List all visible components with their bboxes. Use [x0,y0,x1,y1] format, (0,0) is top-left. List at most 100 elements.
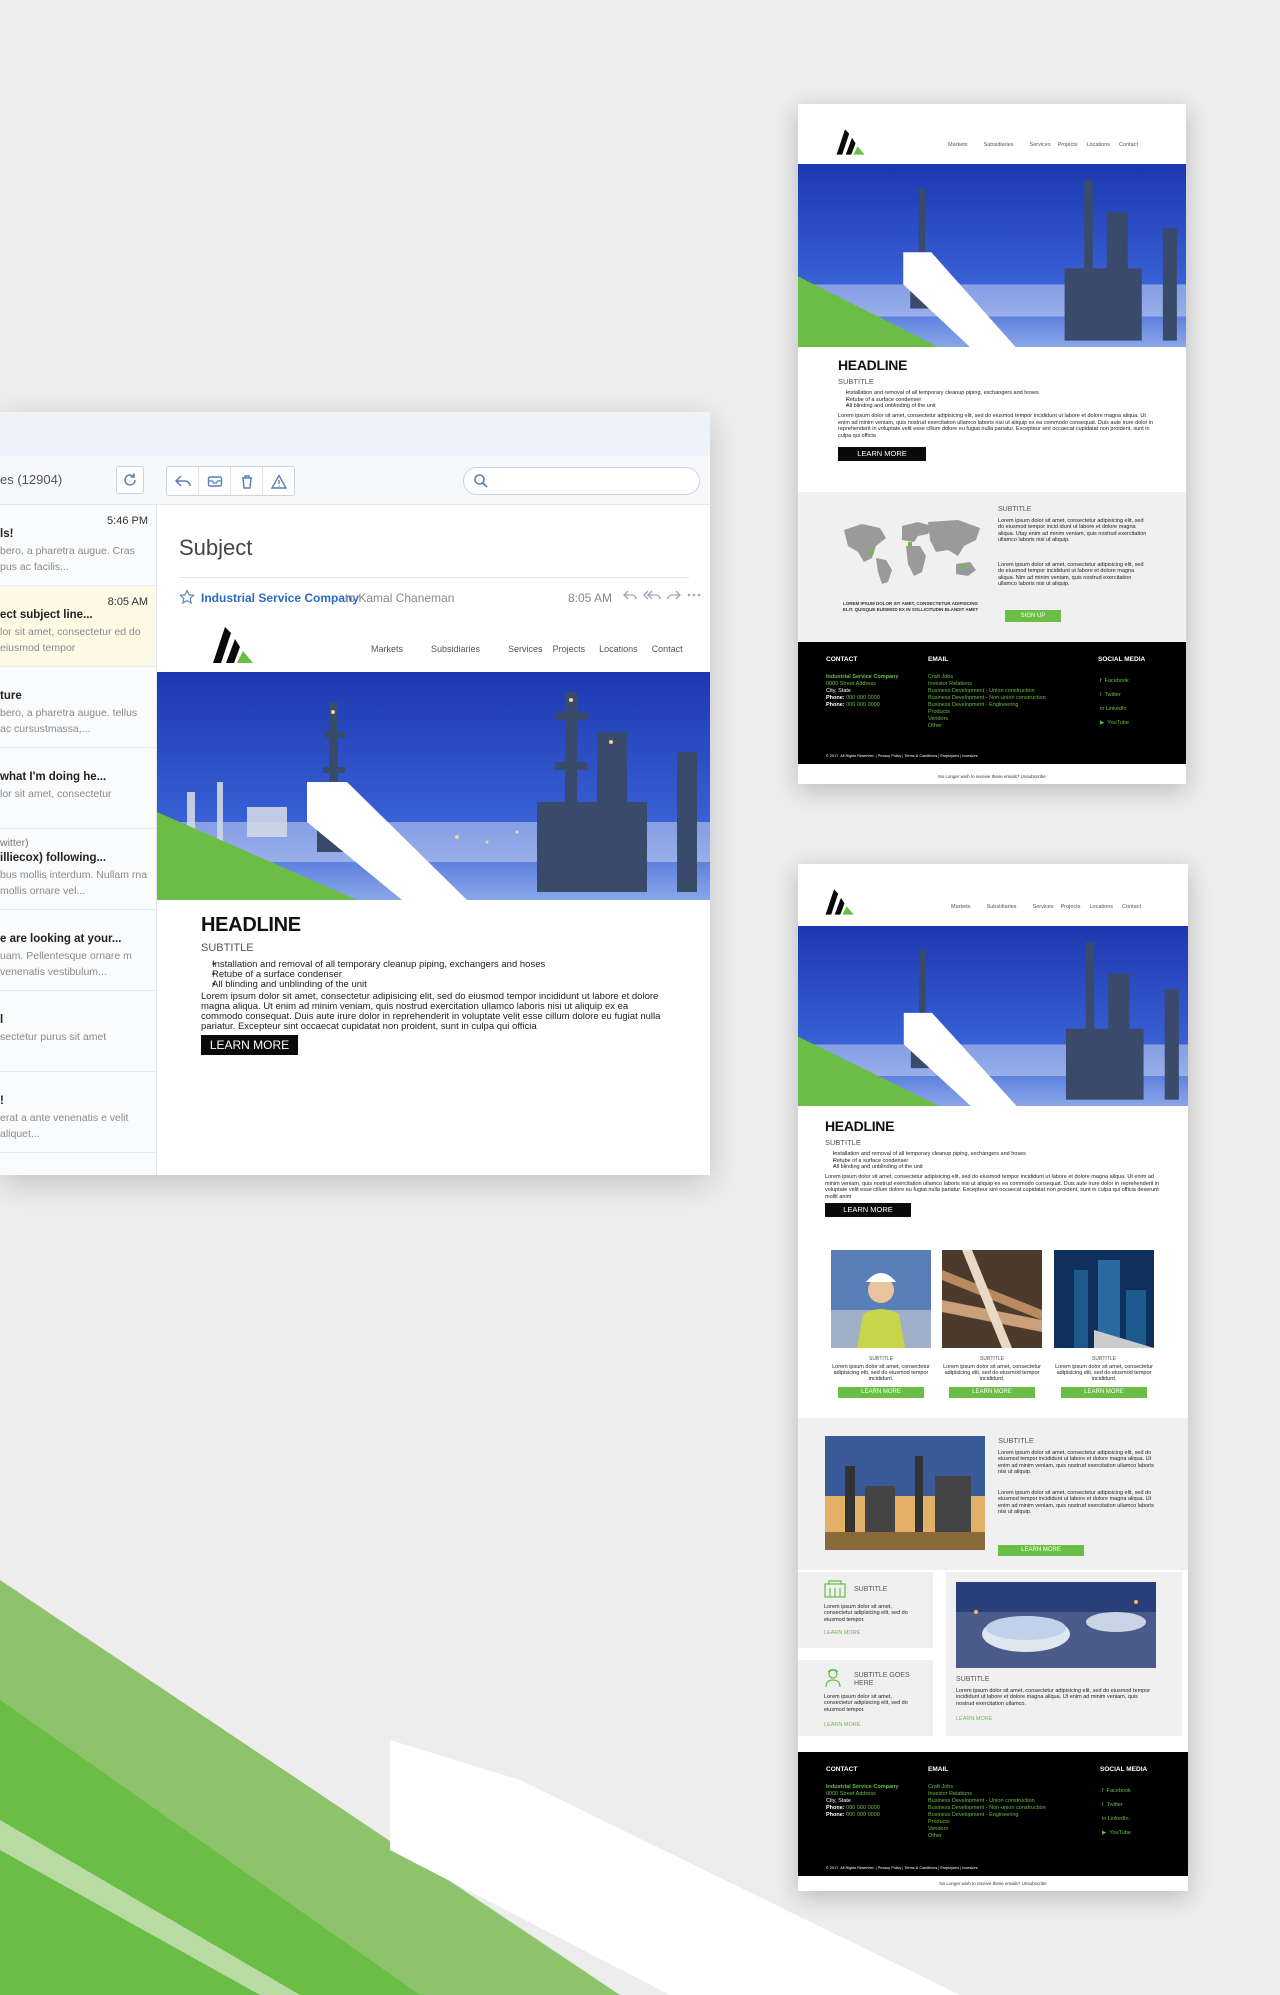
delete-button[interactable] [231,467,263,495]
nav-subsidiaries[interactable]: Subsidiaries [987,904,1017,910]
nav-locations[interactable]: Locations [599,644,638,654]
list-item[interactable]: ! erat a ante venenatis e velit aliquet.… [0,1072,156,1153]
nav-subsidiaries[interactable]: Subsidiaries [984,142,1014,148]
unsubscribe-line[interactable]: No Longer wish to receive these emails? … [798,769,1186,784]
nav-contact[interactable]: Contact [1122,904,1141,910]
footer-legal: © 2017. All Rights Reserved. | Privacy P… [826,1866,978,1870]
phone-number[interactable]: 000 000 0000 [846,702,880,708]
tank-link[interactable]: LEARN MORE [956,1716,992,1722]
nav-projects[interactable]: Projects [553,644,586,654]
email-link[interactable]: Business Development - Union constructio… [928,688,1046,695]
social-facebook[interactable]: f Facebook [1102,1784,1131,1798]
refresh-button[interactable] [116,466,144,494]
message-from: witter) [0,837,29,849]
sender-name[interactable]: Industrial Service Company [201,591,359,605]
nav-contact[interactable]: Contact [1119,142,1138,148]
list-item[interactable]: e are looking at your... uam. Pellentesq… [0,910,156,991]
reply-all-icon[interactable] [643,589,661,601]
company-logo [836,129,865,155]
list-item[interactable]: what I'm doing he... lor sit amet, conse… [0,748,156,829]
star-icon[interactable] [179,589,195,605]
email-link[interactable]: Craft Jobs [928,1784,1046,1791]
email-link[interactable]: Investor Relations [928,1791,1046,1798]
twitter-icon: t [1100,692,1102,698]
nav-contact[interactable]: Contact [652,644,683,654]
email-link[interactable]: Other [928,1833,1046,1840]
message-time: 5:46 PM [107,515,148,527]
list-item[interactable]: 5:46 PM ls! bero, a pharetra augue. Cras… [0,505,156,586]
forward-icon[interactable] [667,589,681,601]
icon-block-link[interactable]: LEARN MORE [824,1630,860,1636]
card-subtitle: SUBTITLE [980,1356,1004,1362]
card-learn-more-button[interactable]: LEARN MORE [949,1386,1035,1398]
footer-social: f Facebook t Twitter in LinkedIn ▶ YouTu… [1102,1784,1131,1840]
card-learn-more-button[interactable]: LEARN MORE [838,1386,924,1398]
reply-icon[interactable] [623,589,637,601]
unsubscribe-line[interactable]: No Longer wish to receive these emails? … [798,1876,1188,1891]
nav-subsidiaries[interactable]: Subsidiaries [431,644,480,654]
social-youtube[interactable]: ▶ YouTube [1100,716,1129,730]
social-twitter[interactable]: t Twitter [1100,688,1129,702]
hero-paragraph: Lorem ipsum dolor sit amet, consectetur … [838,413,1154,439]
learn-more-button[interactable]: LEARN MORE [201,1035,298,1055]
hero-image [157,672,710,900]
nav-locations[interactable]: Locations [1087,142,1111,148]
icon-block-link[interactable]: LEARN MORE [824,1722,860,1728]
email-link[interactable]: Business Development - Engineering [928,702,1046,709]
nav-locations[interactable]: Locations [1090,904,1114,910]
company-logo [213,627,253,663]
reader-subject: Subject [179,535,253,560]
email-link[interactable]: Business Development - Non-union constru… [928,695,1046,702]
email-link[interactable]: Business Development - Engineering [928,1812,1046,1819]
social-facebook[interactable]: f Facebook [1100,674,1129,688]
sign-up-button[interactable]: SIGN UP [1005,610,1061,622]
nav-projects[interactable]: Projects [1058,142,1078,148]
phone-number[interactable]: 000 000 0000 [846,1805,880,1811]
card-learn-more-button[interactable]: LEARN MORE [1061,1386,1147,1398]
reply-button[interactable] [167,467,199,495]
footer-social-heading: SOCIAL MEDIA [1100,1766,1148,1773]
email-link[interactable]: Products [928,709,1046,716]
nav-markets[interactable]: Markets [371,644,403,654]
company-logo [825,889,854,915]
email-link[interactable]: Business Development - Union constructio… [928,1798,1046,1805]
footer-legal: © 2017. All Rights Reserved. | Privacy P… [826,754,978,758]
footer-email-heading: EMAIL [928,1766,949,1773]
worker-icon [825,1668,841,1688]
list-item[interactable]: 8:05 AM ect subject line... lor sit amet… [0,586,156,667]
email-link[interactable]: Craft Jobs [928,674,1046,681]
email-link[interactable]: Vendors [928,716,1046,723]
card-text: Lorem ipsum dolor sit amet, consectetur … [943,1364,1041,1383]
spam-button[interactable] [263,467,294,495]
email-link[interactable]: Other [928,723,1046,730]
message-subject: e are looking at your... [0,933,122,945]
email-link[interactable]: Investor Relations [928,681,1046,688]
learn-more-button[interactable]: LEARN MORE [825,1203,911,1217]
list-item[interactable]: witter) illiecox) following... bus molli… [0,829,156,910]
archive-button[interactable] [199,467,231,495]
email-link[interactable]: Business Development - Non-union constru… [928,1805,1046,1812]
nav-services[interactable]: Services [1030,142,1051,148]
learn-more-button[interactable]: LEARN MORE [838,447,926,461]
phone-number[interactable]: 000 000 0000 [846,695,880,701]
mail-toolbar: es (12904) [0,456,710,505]
nav-services[interactable]: Services [508,644,543,654]
nav-markets[interactable]: Markets [948,142,968,148]
nav-services[interactable]: Services [1033,904,1054,910]
social-linkedin[interactable]: in LinkedIn [1102,1812,1131,1826]
search-box[interactable] [463,467,700,495]
email-link[interactable]: Vendors [928,1826,1046,1833]
plant-learn-more-button[interactable]: LEARN MORE [998,1545,1084,1556]
list-item[interactable]: l sectetur purus sit amet [0,991,156,1072]
message-subject: what I'm doing he... [0,771,107,783]
search-input[interactable] [496,472,690,492]
social-youtube[interactable]: ▶ YouTube [1102,1826,1131,1840]
social-twitter[interactable]: t Twitter [1102,1798,1131,1812]
nav-markets[interactable]: Markets [951,904,971,910]
nav-projects[interactable]: Projects [1061,904,1081,910]
list-item[interactable]: ture bero, a pharetra augue. tellus ac c… [0,667,156,748]
email-link[interactable]: Products [928,1819,1046,1826]
phone-number[interactable]: 000 000 0000 [846,1812,880,1818]
more-icon[interactable] [687,589,701,601]
social-linkedin[interactable]: in LinkedIn [1100,702,1129,716]
